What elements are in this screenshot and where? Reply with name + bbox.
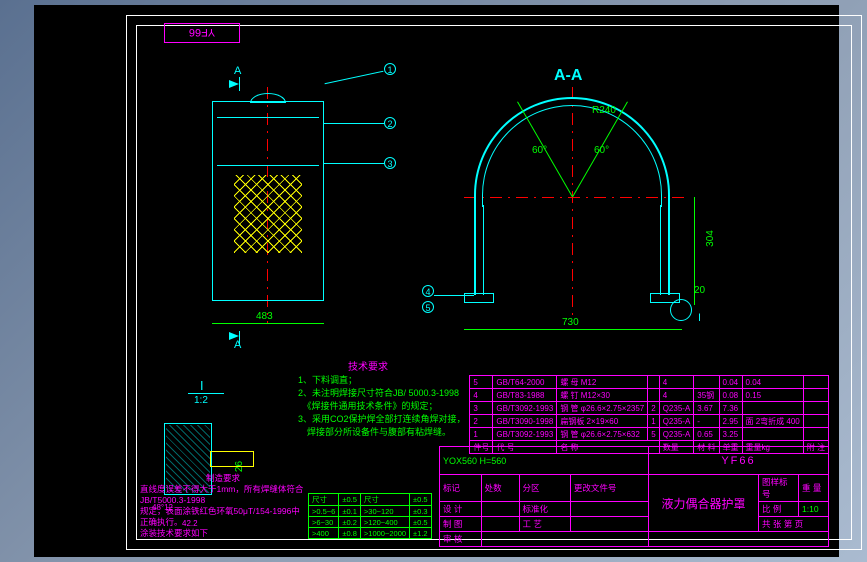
balloon-1: 1: [384, 63, 396, 75]
table-row: >0.5~6±0.1>30~120±0.3: [309, 506, 432, 517]
leader-2: [324, 123, 384, 124]
detail-label: Ⅰ: [200, 379, 204, 393]
bom-table: 5GB/T64-2000螺 母 M1240.040.04 4GB/T83-198…: [469, 375, 829, 454]
section-mark-top-label: A: [234, 65, 241, 77]
balloon-3: 3: [384, 157, 396, 169]
section-arrow-icon: [229, 80, 239, 88]
angle-left: 60°: [532, 145, 547, 156]
dim-line-front-w: [212, 323, 324, 324]
angle-right: 60°: [594, 145, 609, 156]
mfg-line1: 直线度误差不得大于1mm，所有焊缝体符合JB/T5000.3-1998: [140, 484, 306, 506]
tech-requirements: 技术要求 1、下料调直； 2、未注明焊接尺寸符合JB/ 5000.3-1998 …: [298, 361, 466, 439]
section-mark-line: [239, 77, 240, 91]
section-arrow-b-icon: [229, 332, 239, 340]
ratio-label: 比 例: [759, 502, 799, 517]
elev-line1: [217, 117, 319, 118]
tech-req-title: 技术要求: [348, 361, 466, 374]
dim-line-sec-w: [464, 329, 682, 330]
detail-bolt: [210, 451, 254, 467]
table-row: >6~30±0.2>120~400±0.5: [309, 517, 432, 528]
tech-req-1: 1、下料调直；: [298, 374, 466, 387]
scale-label: 图样标号: [759, 475, 799, 502]
balloon-4: 4: [422, 285, 434, 297]
tech-req-2b: 《焊接件通用技术条件》的规定；: [298, 400, 466, 413]
section-mark-bottom-label: A: [234, 339, 241, 351]
elev-line2: [217, 165, 319, 166]
detail-ref-circle: [670, 299, 692, 321]
radius-dim: R240: [592, 105, 616, 116]
drawing-title: 液力偶合器护罩: [649, 475, 759, 532]
mesh-hatch: [234, 175, 302, 253]
table-row: 1GB/T3092-1993钢 管 φ26.6×2.75×6325Q235-A0…: [470, 428, 829, 441]
detail-dim1: 26: [234, 461, 245, 472]
table-row: 尺寸 ±0.5 尺寸 ±0.5: [309, 494, 432, 506]
detail-underline: [188, 393, 224, 394]
balloon-2: 2: [384, 117, 396, 129]
drawing-tag-rotated: YF66: [164, 23, 240, 43]
table-row: 4GB/T83-1988螺 钉 M12×30435钢0.080.15: [470, 389, 829, 402]
detail-scale: 1:2: [194, 395, 208, 406]
detail-ref-label: Ⅰ: [698, 313, 701, 324]
dim-section-width: 730: [562, 317, 579, 328]
height-dim: 304: [705, 230, 716, 247]
cad-canvas[interactable]: YF66 A 1 2 3 483 A A-A 60° 60° R240 304 …: [34, 5, 839, 557]
drawing-number: YF66: [649, 447, 829, 475]
section-mark-line-b: [239, 331, 240, 345]
small-dim: 20: [694, 285, 705, 296]
mfg-line2: 规定，表面涂铁红色环氧50μT/154-1996中正确执行。: [140, 506, 306, 528]
tolerance-table: 尺寸 ±0.5 尺寸 ±0.5 >0.5~6±0.1>30~120±0.3 >6…: [308, 493, 432, 539]
tech-req-2: 2、未注明焊接尺寸符合JB/ 5000.3-1998: [298, 387, 466, 400]
table-row: >400±0.8>1000~2000±1.2: [309, 528, 432, 539]
table-row: 2GB/T3090-1998扁钢板 2×19×601Q235-A-2.95面 2…: [470, 415, 829, 428]
table-row: 5GB/T64-2000螺 母 M1240.040.04: [470, 376, 829, 389]
arch-leg-left: [474, 205, 484, 295]
balloon-5: 5: [422, 301, 434, 313]
arch-leg-right: [660, 205, 670, 295]
mfg-requirements: 制造要求 直线度误差不得大于1mm，所有焊缝体符合JB/T5000.3-1998…: [140, 473, 306, 539]
weight-label: 重 量: [799, 475, 829, 502]
leader-3: [324, 163, 384, 164]
leader-4: [434, 295, 474, 296]
mfg-title: 制造要求: [140, 473, 306, 484]
table-row: 3GB/T3092-1993钢 管 φ26.6×2.75×23572Q235-A…: [470, 402, 829, 415]
dim-front-width: 483: [256, 311, 273, 322]
title-block: YOX560 H=560 YF66 标记 处数 分区 更改文件号 液力偶合器护罩…: [439, 446, 829, 547]
section-title: A-A: [554, 67, 582, 85]
tech-req-3: 3、采用CO2保护焊全部打连续角焊对接，: [298, 413, 466, 426]
sheet-label: 共 张 第 页: [759, 517, 829, 532]
ratio-value: 1:10: [799, 502, 829, 517]
model-no: YOX560 H=560: [443, 456, 506, 466]
tech-req-3b: 焊接部分所设备件与腹部有粘焊缝。: [298, 426, 466, 439]
mfg-line3: 涂装技术要求如下: [140, 528, 306, 539]
